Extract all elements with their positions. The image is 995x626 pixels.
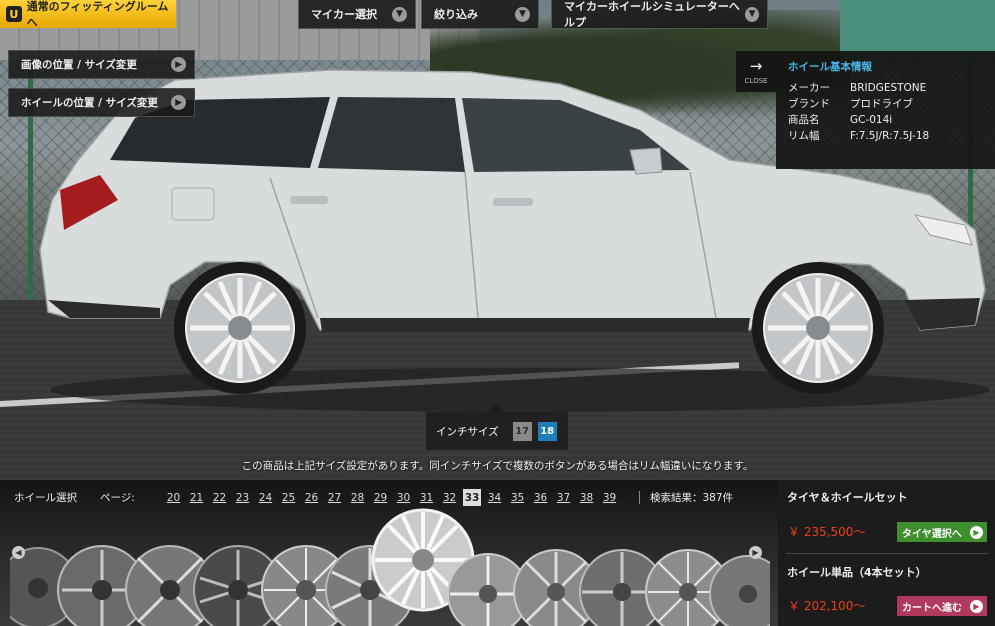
help-label: マイカーホイールシミュレーターヘルプ xyxy=(564,0,740,29)
divider xyxy=(786,553,988,554)
page-link[interactable]: 38 xyxy=(575,489,598,506)
chevron-right-icon: ▶ xyxy=(970,599,983,613)
wheel-position-label: ホイールの位置 / サイズ変更 xyxy=(21,97,158,109)
arrow-right-icon: → xyxy=(749,56,763,75)
chevron-down-icon: ▼ xyxy=(515,6,530,22)
carousel-prev-icon[interactable]: ◀ xyxy=(12,546,25,559)
close-label: CLOSE xyxy=(744,76,768,85)
info-key: ブランド xyxy=(788,98,830,110)
page-link[interactable]: 32 xyxy=(438,489,461,506)
page-link[interactable]: 30 xyxy=(392,489,415,506)
single-title: ホイール単品（4本セット） xyxy=(787,566,927,579)
wheel-selector-panel: ホイール選択 ページ: 20 21 22 23 24 25 26 27 28 2… xyxy=(0,480,778,626)
page-link[interactable]: 34 xyxy=(483,489,506,506)
wheel-select-label: ホイール選択 xyxy=(14,492,77,504)
info-value: プロドライブ xyxy=(850,98,913,110)
image-position-button[interactable]: 画像の位置 / サイズ変更 ▼ xyxy=(8,50,195,79)
image-position-label: 画像の位置 / サイズ変更 xyxy=(21,59,137,71)
info-value: BRIDGESTONE xyxy=(850,82,927,94)
divider xyxy=(639,491,640,504)
pagination: 20 21 22 23 24 25 26 27 28 29 30 31 32 3… xyxy=(162,489,621,506)
page-link[interactable]: 21 xyxy=(185,489,208,506)
info-title: ホイール基本情報 xyxy=(788,61,872,73)
mycar-select-label: マイカー選択 xyxy=(311,8,377,21)
cart-button-label: カートへ進む xyxy=(902,602,962,614)
page-link[interactable]: 31 xyxy=(415,489,438,506)
info-row: リム幅 F:7.5J/R:7.5J-18 xyxy=(788,128,983,144)
set-title: タイヤ＆ホイールセット xyxy=(787,491,908,504)
wheel-info-panel: ホイール基本情報 メーカー BRIDGESTONE ブランド プロドライブ 商品… xyxy=(776,51,995,169)
set-price: ￥ 235,500〜 xyxy=(788,525,866,539)
filter-menu[interactable]: 絞り込み ▼ xyxy=(421,0,539,29)
cart-button[interactable]: カートへ進む ▶ xyxy=(897,596,987,616)
chevron-right-icon: ▶ xyxy=(970,525,983,539)
carousel-next-icon[interactable]: ▶ xyxy=(749,546,762,559)
page-link[interactable]: 37 xyxy=(552,489,575,506)
chevron-right-icon: ▼ xyxy=(171,95,186,110)
price-panel: タイヤ＆ホイールセット ￥ 235,500〜 タイヤ選択へ ▶ ホイール単品（4… xyxy=(778,480,995,626)
results-count: 検索結果：387件 xyxy=(650,492,734,504)
tire-select-label: タイヤ選択へ xyxy=(902,528,962,540)
tire-select-button[interactable]: タイヤ選択へ ▶ xyxy=(897,522,987,542)
wheel-carousel xyxy=(10,508,770,626)
page-link[interactable]: 35 xyxy=(506,489,529,506)
u-logo-icon: U xyxy=(6,6,22,22)
info-close-button[interactable]: → CLOSE xyxy=(736,51,776,92)
page-link[interactable]: 20 xyxy=(162,489,185,506)
chevron-down-icon: ▼ xyxy=(392,6,407,22)
page-link[interactable]: 24 xyxy=(254,489,277,506)
inch-size-label: インチサイズ xyxy=(436,425,499,438)
page-current: 33 xyxy=(463,489,481,506)
info-key: 商品名 xyxy=(788,114,820,126)
page-link[interactable]: 25 xyxy=(277,489,300,506)
page-label: ページ: xyxy=(100,492,135,504)
info-row: ブランド プロドライブ xyxy=(788,96,983,112)
info-row: メーカー BRIDGESTONE xyxy=(788,80,983,96)
front-wheel xyxy=(752,262,884,394)
size-notice-text: この商品は上記サイズ設定があります。同インチサイズで複数のボタンがある場合はリム… xyxy=(241,460,754,472)
page-link[interactable]: 26 xyxy=(300,489,323,506)
info-value: F:7.5J/R:7.5J-18 xyxy=(850,130,930,142)
info-key: メーカー xyxy=(788,82,830,94)
page-link[interactable]: 22 xyxy=(208,489,231,506)
inch-option-18[interactable]: 18 xyxy=(537,421,557,441)
info-key: リム幅 xyxy=(788,130,820,142)
rear-wheel xyxy=(174,262,306,394)
info-value: GC-014i xyxy=(850,114,893,126)
wheel-position-button[interactable]: ホイールの位置 / サイズ変更 ▼ xyxy=(8,88,195,117)
size-notice: この商品は上記サイズ設定があります。同インチサイズで複数のボタンがある場合はリム… xyxy=(0,458,995,473)
help-menu[interactable]: マイカーホイールシミュレーターヘルプ ▼ xyxy=(551,0,768,29)
page-link[interactable]: 28 xyxy=(346,489,369,506)
chevron-down-icon: ▼ xyxy=(745,6,759,22)
page-link[interactable]: 23 xyxy=(231,489,254,506)
page-link[interactable]: 27 xyxy=(323,489,346,506)
filter-label: 絞り込み xyxy=(434,8,478,21)
fitting-room-label: 通常のフィッティングルームへ xyxy=(26,0,169,29)
page-link[interactable]: 36 xyxy=(529,489,552,506)
single-price: ￥ 202,100〜 xyxy=(788,599,866,613)
info-row: 商品名 GC-014i xyxy=(788,112,983,128)
page-link[interactable]: 39 xyxy=(598,489,621,506)
fitting-room-button[interactable]: U 通常のフィッティングルームへ xyxy=(0,0,176,29)
inch-size-selector: インチサイズ 17 18 xyxy=(426,404,568,450)
chevron-right-icon: ▼ xyxy=(171,57,186,72)
mycar-select-menu[interactable]: マイカー選択 ▼ xyxy=(298,0,416,29)
page-link[interactable]: 29 xyxy=(369,489,392,506)
inch-option-17[interactable]: 17 xyxy=(512,421,532,441)
